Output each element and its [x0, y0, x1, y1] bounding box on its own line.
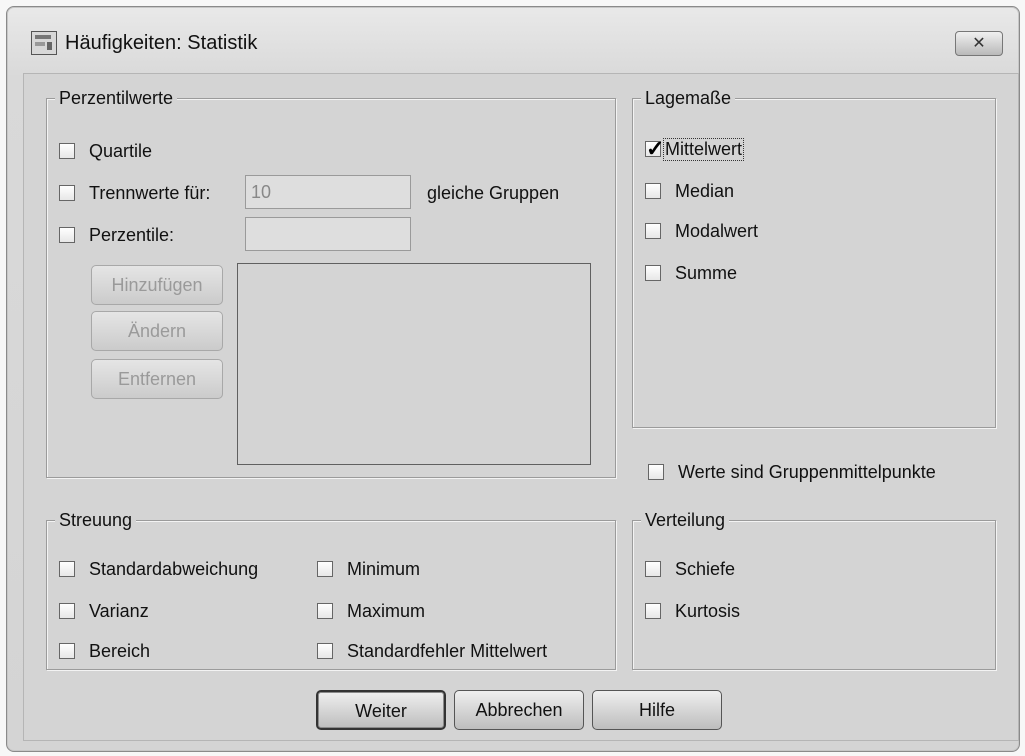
standardabweichung-checkbox[interactable]: [59, 561, 75, 577]
gruppenmittelpunkte-checkbox[interactable]: [648, 464, 664, 480]
close-icon: ✕: [972, 35, 986, 52]
minimum-checkbox[interactable]: [317, 561, 333, 577]
varianz-checkbox[interactable]: [59, 603, 75, 619]
entfernen-button[interactable]: Entfernen: [91, 359, 223, 399]
hilfe-button[interactable]: Hilfe: [592, 690, 722, 730]
gruppenmittelpunkte-label: Werte sind Gruppenmittelpunkte: [678, 461, 936, 482]
summe-option[interactable]: Summe: [645, 261, 737, 285]
summe-checkbox[interactable]: [645, 265, 661, 281]
summe-label: Summe: [675, 262, 738, 283]
mittelwert-label: Mittelwert: [663, 137, 745, 161]
trennwerte-checkbox[interactable]: [59, 185, 75, 201]
perzentile-label: Perzentile:: [89, 224, 175, 245]
lagemasse-legend: Lagemaße: [641, 87, 736, 109]
median-option[interactable]: Median: [645, 179, 734, 203]
schiefe-option[interactable]: Schiefe: [645, 557, 735, 581]
modalwert-checkbox[interactable]: [645, 223, 661, 239]
standardfehler-option[interactable]: Standardfehler Mittelwert: [317, 639, 547, 663]
verteilung-legend: Verteilung: [641, 509, 730, 531]
aendern-button[interactable]: Ändern: [91, 311, 223, 351]
weiter-button[interactable]: Weiter: [316, 690, 446, 730]
kurtosis-checkbox[interactable]: [645, 603, 661, 619]
standardfehler-checkbox[interactable]: [317, 643, 333, 659]
standardfehler-label: Standardfehler Mittelwert: [347, 640, 548, 661]
bereich-label: Bereich: [89, 640, 151, 661]
bereich-checkbox[interactable]: [59, 643, 75, 659]
perzentilwerte-legend: Perzentilwerte: [55, 87, 178, 109]
median-checkbox[interactable]: [645, 183, 661, 199]
trennwerte-input[interactable]: 10: [245, 175, 411, 209]
minimum-option[interactable]: Minimum: [317, 557, 420, 581]
standardabweichung-label: Standardabweichung: [89, 558, 259, 579]
mittelwert-checkbox[interactable]: [645, 136, 664, 162]
perzentile-option[interactable]: Perzentile:: [59, 223, 174, 247]
modalwert-label: Modalwert: [675, 220, 759, 241]
kurtosis-label: Kurtosis: [675, 600, 741, 621]
perzentile-checkbox[interactable]: [59, 227, 75, 243]
quartile-checkbox[interactable]: [59, 143, 75, 159]
quartile-label: Quartile: [89, 140, 153, 161]
kurtosis-option[interactable]: Kurtosis: [645, 599, 740, 623]
schiefe-checkbox[interactable]: [645, 561, 661, 577]
trennwerte-label: Trennwerte für:: [89, 182, 211, 203]
modalwert-option[interactable]: Modalwert: [645, 219, 758, 243]
streuung-group: Streuung Standardabweichung Varianz Bere…: [46, 509, 616, 670]
schiefe-label: Schiefe: [675, 558, 736, 579]
quartile-option[interactable]: Quartile: [59, 139, 152, 163]
perzentilwerte-group: Perzentilwerte Quartile Trennwerte für: …: [46, 87, 616, 478]
dialog-content: Perzentilwerte Quartile Trennwerte für: …: [23, 73, 1019, 741]
standardabweichung-option[interactable]: Standardabweichung: [59, 557, 258, 581]
minimum-label: Minimum: [347, 558, 421, 579]
varianz-option[interactable]: Varianz: [59, 599, 149, 623]
gruppenmittelpunkte-option[interactable]: Werte sind Gruppenmittelpunkte: [648, 460, 936, 484]
varianz-label: Varianz: [89, 600, 149, 621]
trennwerte-suffix: gleiche Gruppen: [427, 183, 560, 203]
trennwerte-option[interactable]: Trennwerte für:: [59, 181, 210, 205]
mittelwert-option[interactable]: Mittelwert: [645, 136, 745, 162]
maximum-label: Maximum: [347, 600, 426, 621]
app-icon: [31, 31, 57, 55]
maximum-option[interactable]: Maximum: [317, 599, 425, 623]
verteilung-group: Verteilung Schiefe Kurtosis: [632, 509, 996, 670]
abbrechen-button[interactable]: Abbrechen: [454, 690, 584, 730]
hinzufuegen-button[interactable]: Hinzufügen: [91, 265, 223, 305]
maximum-checkbox[interactable]: [317, 603, 333, 619]
dialog-window: Häufigkeiten: Statistik ✕ Perzentilwerte…: [6, 6, 1020, 752]
title-bar[interactable]: Häufigkeiten: Statistik ✕: [7, 7, 1019, 63]
perzentile-input[interactable]: [245, 217, 411, 251]
window-title: Häufigkeiten: Statistik: [65, 32, 258, 54]
bereich-option[interactable]: Bereich: [59, 639, 150, 663]
streuung-legend: Streuung: [55, 509, 137, 531]
median-label: Median: [675, 180, 735, 201]
perzentile-listbox[interactable]: [237, 263, 591, 465]
lagemasse-group: Lagemaße Mittelwert Median Modalwert Sum…: [632, 87, 996, 428]
close-button[interactable]: ✕: [955, 31, 1003, 56]
